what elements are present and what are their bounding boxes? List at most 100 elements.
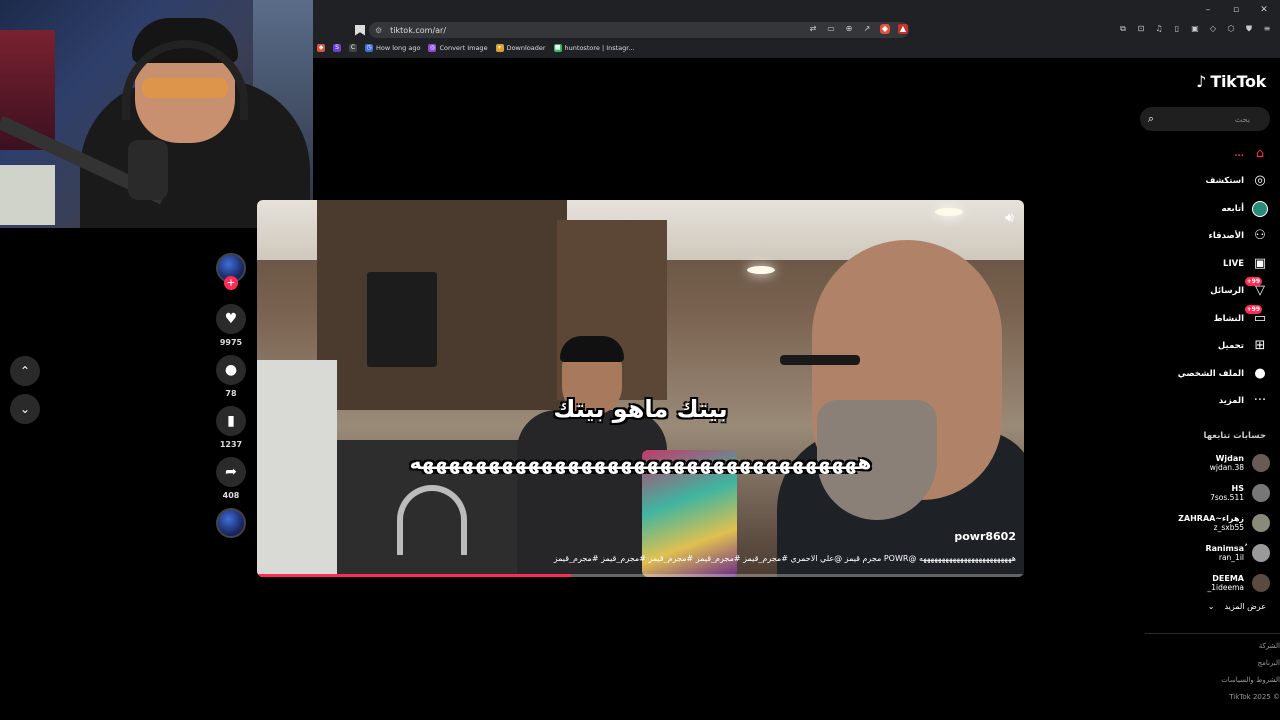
next-video-button[interactable]: ⌄ [10,394,40,424]
account-handle: 7sos.511 [1210,493,1244,502]
sidebar-item-more[interactable]: ··· المزيد [1140,388,1268,416]
bookmark-favicon[interactable]: C [349,44,357,52]
account-name: DEEMA [1212,574,1244,583]
account-name: Wjdan [1215,454,1244,463]
close-button[interactable]: ✕ [1258,5,1270,15]
account-item[interactable]: HS 7sos.511 [1142,478,1270,508]
upload-icon: ⊞ [1254,338,1266,354]
avatar [1252,484,1270,502]
account-item[interactable]: Wjdan wjdan.38 [1142,448,1270,478]
share-icon[interactable]: ↗ [862,24,872,34]
sidebar-item-upload[interactable]: ⊞ تحميل [1140,333,1268,361]
activity-icon: ▭ 99+ [1244,304,1267,326]
bookmark-downloader[interactable]: ▾ Downloader [495,44,546,52]
sidebar-item-profile[interactable]: ● الملف الشخصي [1140,360,1268,388]
sidebar-item-friends[interactable]: ⚇ الأصدقاء [1140,223,1268,251]
share-count: 408 [222,491,240,500]
compass-icon: ◎ [1254,173,1266,189]
search-icon[interactable]: ⌕ [1140,112,1154,126]
bookmarks-bar: ◆ S C ◷ How long ago ◎ Convert Image ▾ Down… [313,40,1280,56]
sidebar-item-label: الملف الشخصي [1177,368,1244,379]
like-button[interactable]: ♥ [216,304,246,334]
sidebar-nav: ⌂ ... ◎ استكشف أتابعه ⚇ الأصدقاء ▣ LIVE … [1140,140,1268,415]
volume-icon[interactable]: 🔊︎ [1005,210,1014,226]
comment-count: 78 [225,389,237,398]
tiktok-logo[interactable]: ♪ TikTok [1196,72,1266,91]
vpn-icon[interactable]: ⛊ [1244,24,1254,34]
sound-avatar[interactable] [216,508,246,538]
tiktok-page: ⌃ ⌄ + ♥ 9975 ● 78 ▮ 1237 ➦ 408 🔊︎ بيتك م… [0,58,1280,720]
screen: – ▫ ✕ ⚙ tiktok.com/ar/ ⇄ ▭ ⊕ ↗ ◆ ▲ ⧉ ⊡ ♫ [0,0,1280,720]
extension-icon[interactable]: ⊡ [1136,24,1146,34]
menu-icon[interactable]: ≡ [1262,24,1272,34]
live-icon: ▣ [1253,255,1267,271]
sidebar-item-label: الرسائل [1210,286,1244,297]
video-author[interactable]: powr8602 [954,530,1016,543]
footer-link-program[interactable]: البرنامج [1221,659,1280,676]
account-item[interactable]: Ranimsaُ ran_1il [1142,538,1270,568]
video-control-panel [367,272,437,367]
footer-link-company[interactable]: الشركة [1221,642,1280,659]
minimize-button[interactable]: – [1202,5,1214,15]
sidebar-item-live[interactable]: ▣ LIVE [1140,250,1268,278]
following-accounts-title: حسابات تتابعها [1203,431,1267,441]
search-input[interactable]: بحث [1154,115,1258,124]
extension-icon[interactable]: ◇ [1208,24,1218,34]
sidebar-item-label: تحميل [1217,341,1244,352]
save-button[interactable]: ▮ [216,406,246,436]
sidebar-item-explore[interactable]: ◎ استكشف [1140,168,1268,196]
bookmark-favicon[interactable]: S [333,44,341,52]
search-box[interactable]: بحث ⌕ [1140,107,1270,131]
media-icon[interactable]: ♫ [1154,24,1164,34]
share-icon: ➦ [225,464,237,480]
video-glasses [780,355,860,365]
bookmark-favicon[interactable]: ◆ [317,44,325,52]
video-description: هههههههههههههههههههههههههه @POWR مجرم قي… [553,554,1016,563]
extension-icon[interactable]: ▣ [1190,24,1200,34]
url-text[interactable]: tiktok.com/ar/ [390,26,446,35]
share-button[interactable]: ➦ [216,457,246,487]
friends-icon: ⚇ [1254,228,1266,244]
zoom-icon[interactable]: ⊕ [844,24,854,34]
extensions-bar: ⧉ ⊡ ♫ ▯ ▣ ◇ ⬡ ⛊ ≡ [1118,24,1272,34]
comment-button[interactable]: ● [216,355,246,385]
video-person-hair [560,336,624,362]
browser-chrome: – ▫ ✕ ⚙ tiktok.com/ar/ ⇄ ▭ ⊕ ↗ ◆ ▲ ⧉ ⊡ ♫ [313,0,1280,58]
bookmark-how-long-ago[interactable]: ◷ How long ago [365,44,420,52]
footer-link-terms[interactable]: الشروط والسياسات [1221,676,1280,693]
brave-shields-icon[interactable]: ◆ [880,24,890,34]
bookmark-convert-image[interactable]: ◎ Convert Image [428,44,488,52]
video-progress-bar[interactable] [257,574,1024,577]
follow-button[interactable]: + [224,276,238,290]
account-name: ZAHRAA~زهراء [1178,514,1244,523]
title-bar: – ▫ ✕ [313,0,1280,20]
wallet-icon[interactable]: ⬡ [1226,24,1236,34]
restore-button[interactable]: ▫ [1230,5,1242,15]
see-more-button[interactable]: عرض المزيد ⌄ [1208,602,1266,611]
rewards-icon[interactable]: ▲ [898,24,908,34]
account-item[interactable]: DEEMA _1ideema [1142,568,1270,598]
video-player[interactable]: 🔊︎ بيتك ماهو بيتك هههههههههههههههههههههه… [257,200,1024,577]
bookmark-huntostore[interactable]: ■ huntostore | Instagr... [553,44,635,52]
video-caption: ههههههههههههههههههههههههههههههههههه [409,450,872,474]
sidebar-item-messages[interactable]: ▽ 99+ الرسائل [1140,277,1268,306]
avatar [1252,514,1270,532]
address-row: ⚙ tiktok.com/ar/ ⇄ ▭ ⊕ ↗ ◆ ▲ ⧉ ⊡ ♫ ▯ ▣ ◇… [313,20,1280,40]
download-icon: ▾ [495,44,504,52]
previous-video-button[interactable]: ⌃ [10,356,40,386]
sidebar-item-home[interactable]: ⌂ ... [1140,140,1268,168]
account-name: HS [1231,484,1244,493]
cast-icon[interactable]: ▭ [826,24,836,34]
extension-icon[interactable]: ⧉ [1118,24,1128,34]
site-info-icon[interactable]: ⚙ [375,26,382,35]
sidebar-item-following[interactable]: أتابعه [1140,195,1268,223]
bookmark-icon[interactable] [355,24,365,36]
see-more-label: عرض المزيد [1224,602,1266,611]
sidebar-item-label: استكشف [1205,176,1244,187]
account-item[interactable]: ZAHRAA~زهراء z_sxb55 [1142,508,1270,538]
account-name: Ranimsaُ [1205,544,1245,553]
video-progress-fill [257,574,572,577]
sidebar-item-activity[interactable]: ▭ 99+ النشاط [1140,304,1268,333]
sidebar-icon[interactable]: ▯ [1172,24,1182,34]
translate-icon[interactable]: ⇄ [808,24,818,34]
